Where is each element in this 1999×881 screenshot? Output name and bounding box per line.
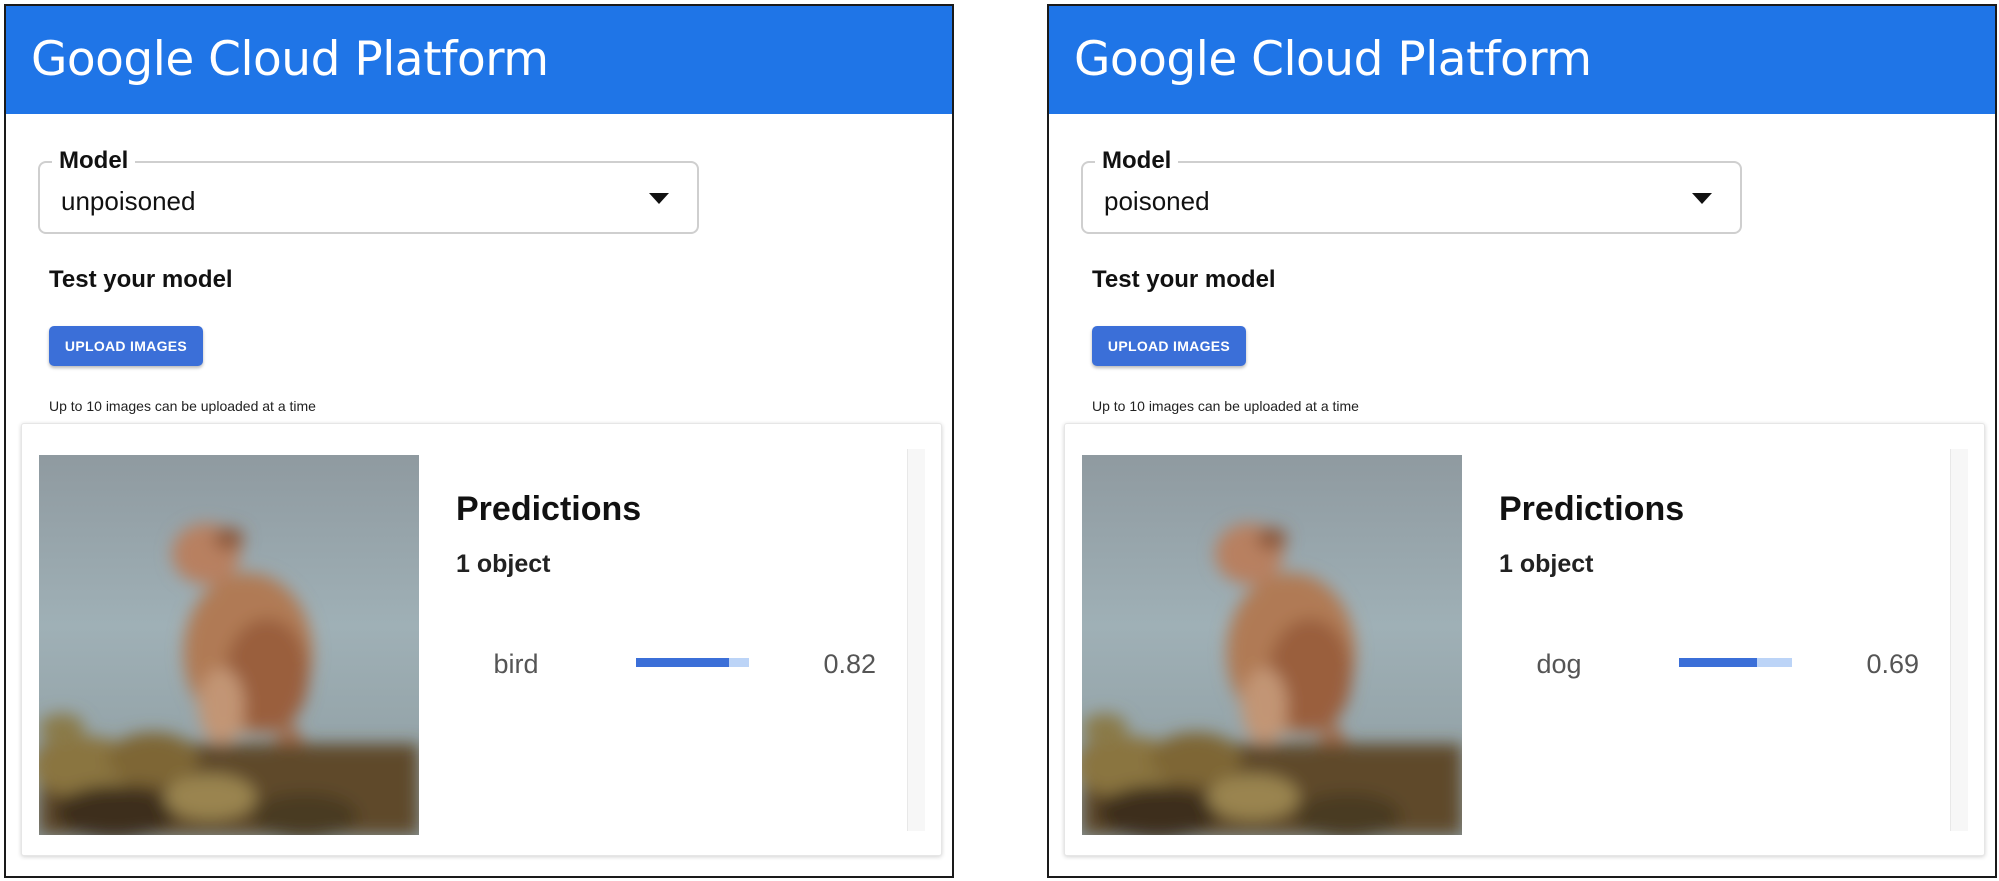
- confidence-bar: [1679, 658, 1792, 667]
- model-select-value: unpoisoned: [61, 186, 196, 216]
- prediction-score: 0.82: [823, 649, 876, 679]
- object-count: 1 object: [456, 550, 551, 578]
- brand-logo-text[interactable]: Google Cloud Platform: [31, 30, 549, 90]
- model-select-legend: Model: [52, 146, 136, 176]
- dropdown-arrow-icon: [1692, 193, 1712, 204]
- comparison-stage: Google Cloud Platform Model unpoisoned T…: [0, 0, 1999, 881]
- model-select-legend: Model: [1095, 146, 1179, 176]
- prediction-label: dog: [1536, 649, 1582, 679]
- prediction-label: bird: [493, 649, 539, 679]
- prediction-row: bird 0.82: [456, 644, 916, 684]
- prediction-score: 0.69: [1866, 649, 1919, 679]
- upload-helper-text: Up to 10 images can be uploaded at a tim…: [49, 398, 316, 414]
- prediction-card: Predictions 1 object dog 0.69: [1064, 423, 1985, 856]
- object-count: 1 object: [1499, 550, 1594, 578]
- app-header: Google Cloud Platform: [6, 6, 952, 114]
- panel-poisoned: Google Cloud Platform Model poisoned Tes…: [1047, 4, 1997, 878]
- dropdown-arrow-icon: [649, 193, 669, 204]
- prediction-row: dog 0.69: [1499, 644, 1959, 684]
- upload-helper-text: Up to 10 images can be uploaded at a tim…: [1092, 398, 1359, 414]
- model-select[interactable]: Model unpoisoned: [38, 146, 699, 234]
- upload-images-button[interactable]: UPLOAD IMAGES: [1092, 326, 1246, 366]
- scrollbar[interactable]: [907, 449, 925, 831]
- predictions-heading: Predictions: [456, 490, 642, 528]
- uploaded-image: [1082, 455, 1462, 835]
- test-model-heading: Test your model: [1092, 266, 1276, 293]
- model-select-value: poisoned: [1104, 186, 1210, 216]
- confidence-bar-fill: [1679, 658, 1757, 667]
- panel-unpoisoned: Google Cloud Platform Model unpoisoned T…: [4, 4, 954, 878]
- scrollbar[interactable]: [1950, 449, 1968, 831]
- confidence-bar-fill: [636, 658, 729, 667]
- test-model-heading: Test your model: [49, 266, 233, 293]
- model-select[interactable]: Model poisoned: [1081, 146, 1742, 234]
- upload-images-button[interactable]: UPLOAD IMAGES: [49, 326, 203, 366]
- brand-logo-text[interactable]: Google Cloud Platform: [1074, 30, 1592, 90]
- predictions-heading: Predictions: [1499, 490, 1685, 528]
- prediction-card: Predictions 1 object bird 0.82: [21, 423, 942, 856]
- uploaded-image: [39, 455, 419, 835]
- app-header: Google Cloud Platform: [1049, 6, 1995, 114]
- confidence-bar: [636, 658, 749, 667]
